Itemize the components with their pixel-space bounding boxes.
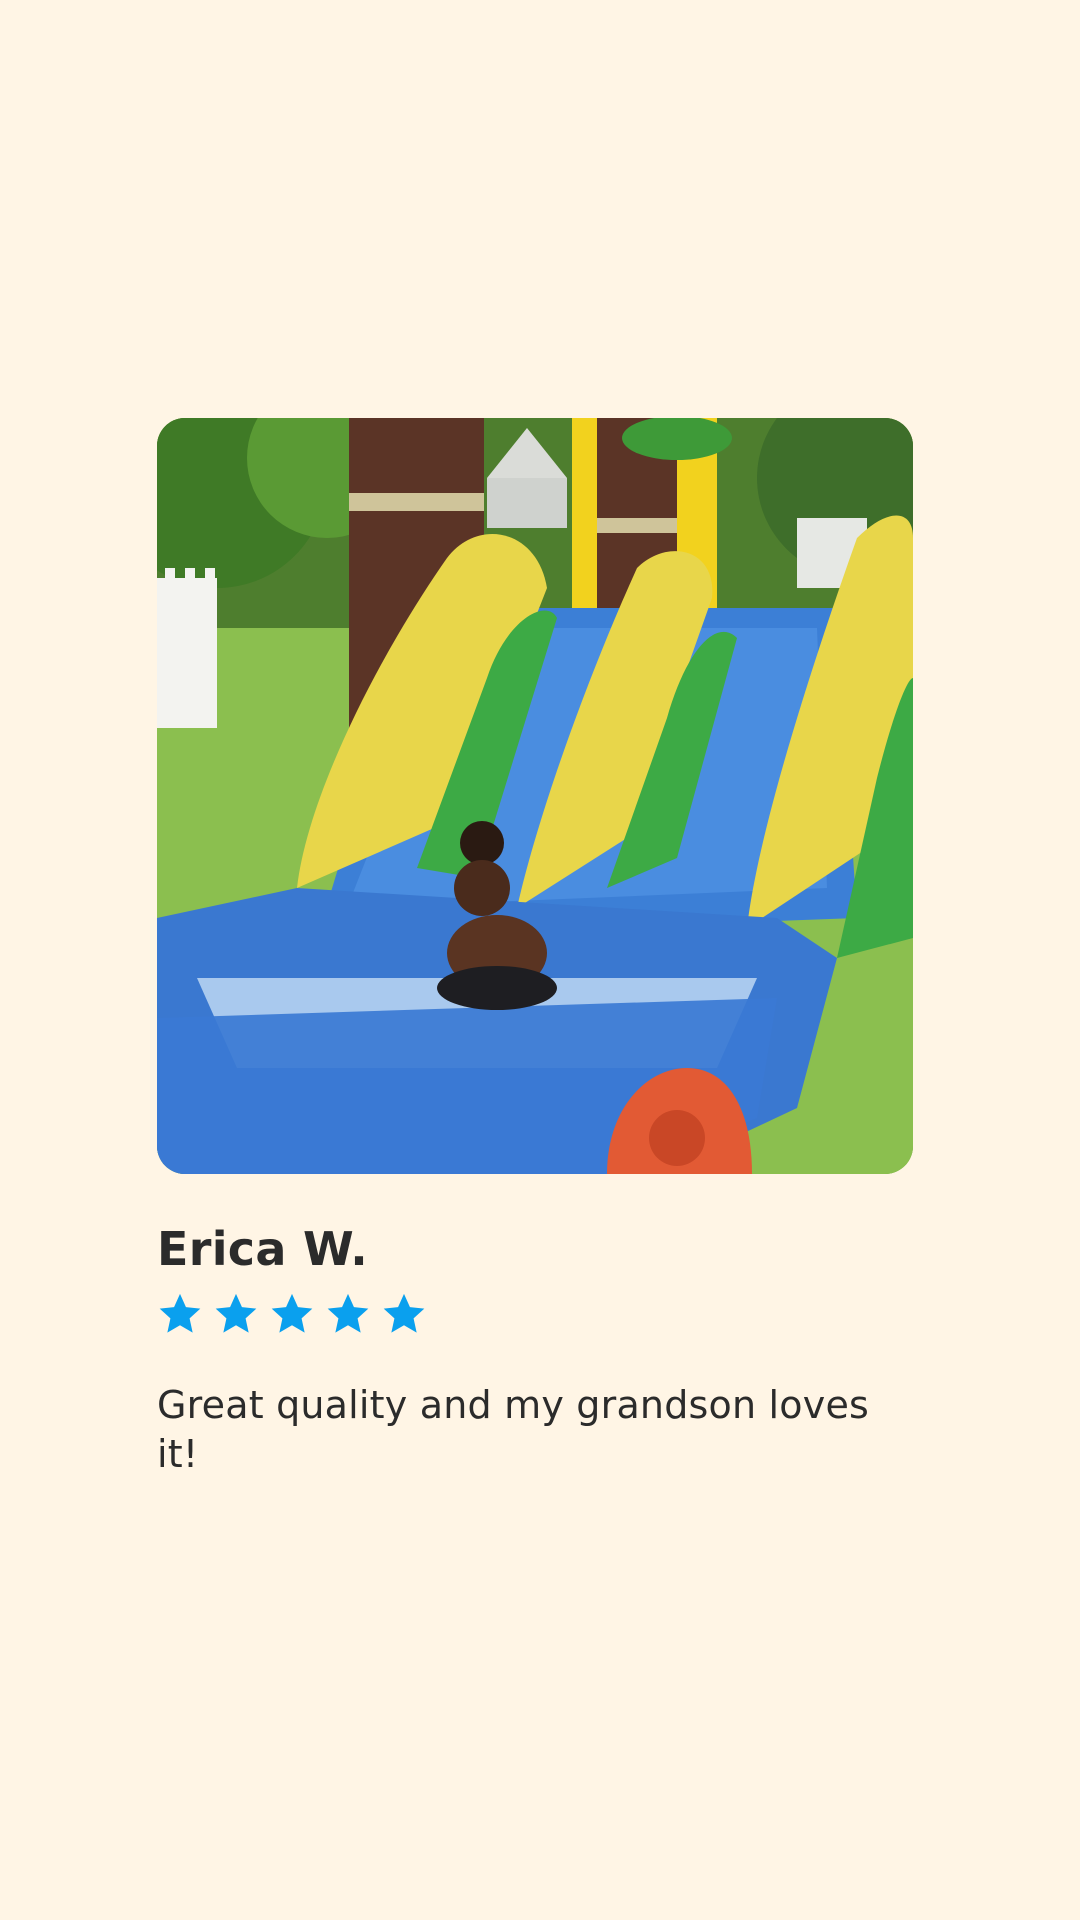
star-icon xyxy=(325,1291,371,1337)
review-text: Great quality and my grandson loves it! xyxy=(157,1382,870,1476)
star-icon xyxy=(269,1291,315,1337)
star-rating xyxy=(157,1291,913,1337)
reviewer-name: Erica W. xyxy=(157,1222,369,1276)
star-icon xyxy=(381,1291,427,1337)
inflatable-slide-photo xyxy=(157,418,913,1174)
star-icon xyxy=(213,1291,259,1337)
review-photo[interactable] xyxy=(157,418,913,1174)
review-card: Erica W. Great quality and my grandson l… xyxy=(157,418,913,1479)
star-icon xyxy=(157,1291,203,1337)
